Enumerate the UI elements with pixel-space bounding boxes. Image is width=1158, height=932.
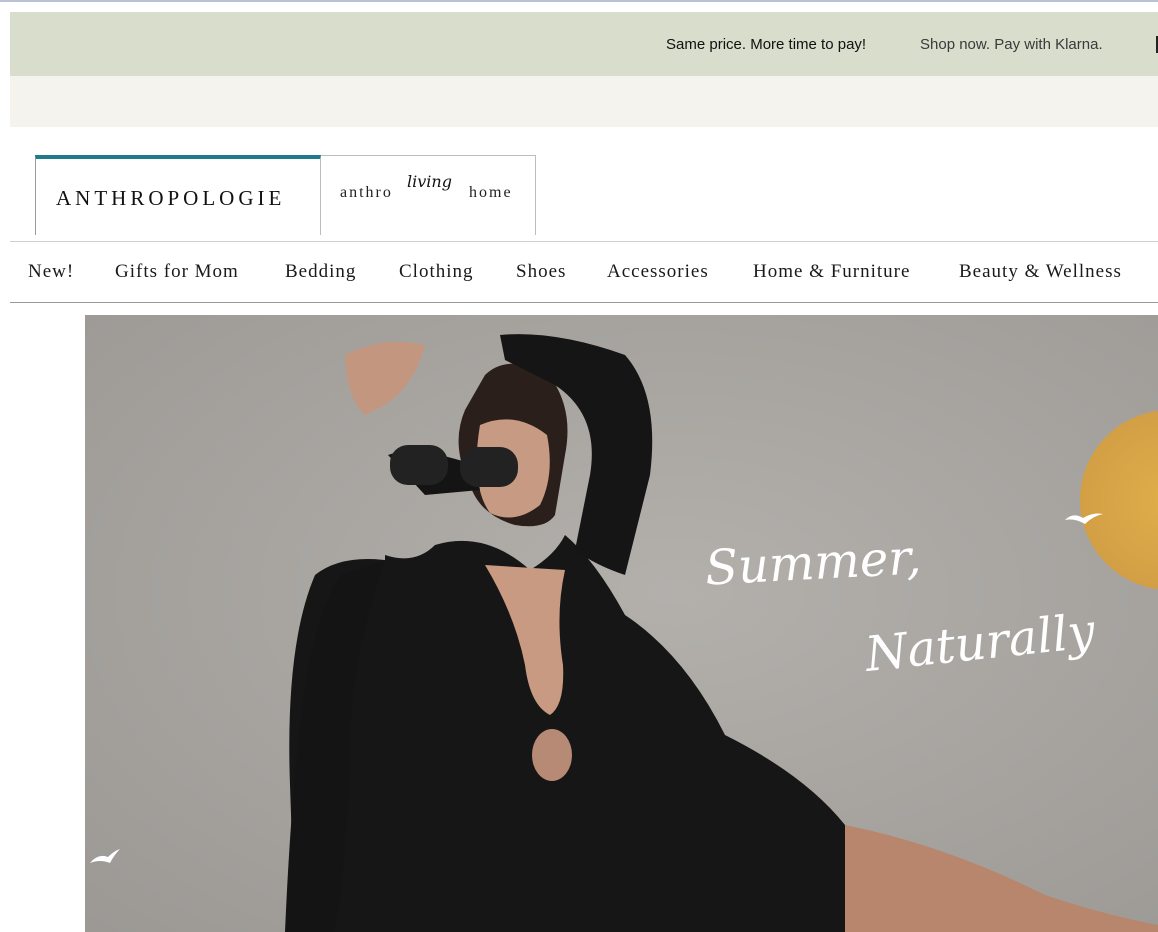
anthropologie-logo: ANTHROPOLOGIE <box>56 186 286 210</box>
promo-banner[interactable]: Same price. More time to pay! Shop now. … <box>10 12 1158 76</box>
nav-item-accessories[interactable]: Accessories <box>607 261 709 283</box>
main-nav: New! Gifts for Mom Bedding Clothing Shoe… <box>10 242 1158 302</box>
secondary-banner <box>10 76 1158 127</box>
anthro-living-logo-script: living <box>407 172 452 191</box>
tab-anthro-living-home[interactable]: anthro living home <box>321 155 536 235</box>
nav-item-gifts-for-mom[interactable]: Gifts for Mom <box>115 261 239 283</box>
nav-item-clothing[interactable]: Clothing <box>399 261 474 283</box>
nav-divider-bottom <box>10 302 1158 303</box>
hero-banner[interactable]: Summer, Naturally <box>85 315 1158 932</box>
promo-message-secondary[interactable]: Shop now. Pay with Klarna. <box>920 36 1103 53</box>
promo-message-primary[interactable]: Same price. More time to pay! <box>666 36 866 53</box>
nav-item-bedding[interactable]: Bedding <box>285 261 356 283</box>
nav-item-home-furniture[interactable]: Home & Furniture <box>753 261 910 283</box>
anthro-living-logo-right: home <box>469 184 513 201</box>
nav-item-beauty-wellness[interactable]: Beauty & Wellness <box>959 261 1122 283</box>
tab-anthropologie[interactable]: ANTHROPOLOGIE <box>35 155 321 235</box>
nav-item-new[interactable]: New! <box>28 261 74 283</box>
hero-headline-line1: Summer, <box>703 529 923 597</box>
nav-item-shoes[interactable]: Shoes <box>516 261 566 283</box>
browser-top-edge <box>0 0 1158 2</box>
anthro-living-logo-left: anthro <box>340 184 393 201</box>
